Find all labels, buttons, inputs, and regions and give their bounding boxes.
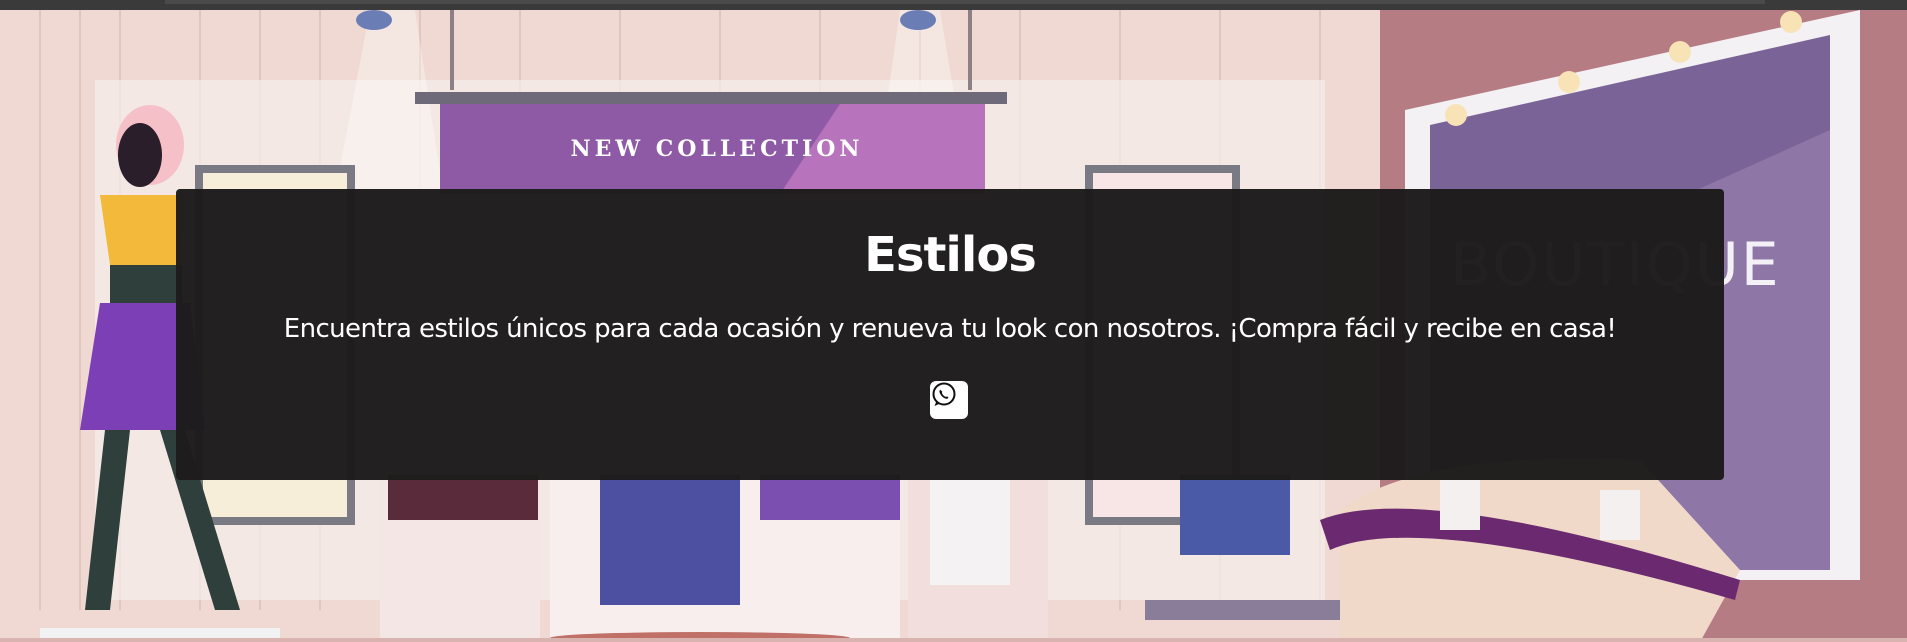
hero-section: NEW COLLECTION BOUTIQUE Estilos Encuentr…	[0, 10, 1907, 642]
banner-text: NEW COLLECTION	[570, 136, 864, 162]
hero-overlay-card: Estilos Encuentra estilos únicos para ca…	[176, 189, 1724, 480]
browser-top-bar	[0, 0, 1907, 10]
whatsapp-button[interactable]	[930, 381, 968, 419]
hero-title: Estilos	[864, 227, 1037, 283]
whatsapp-icon	[932, 382, 956, 406]
hero-description: Encuentra estilos únicos para cada ocasi…	[283, 314, 1617, 344]
browser-top-bar-inner	[165, 0, 1765, 4]
